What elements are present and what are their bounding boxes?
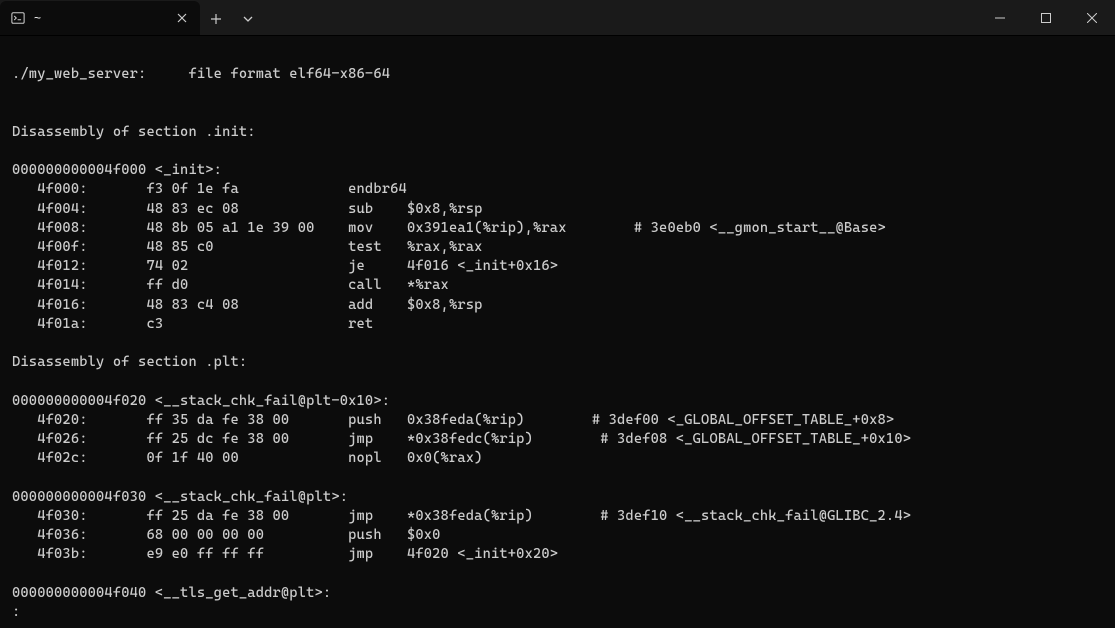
titlebar: ~ <box>0 0 1115 36</box>
tab-close-button[interactable] <box>174 10 190 26</box>
new-tab-button[interactable] <box>200 3 232 35</box>
tab-title: ~ <box>34 11 166 25</box>
terminal-tab[interactable]: ~ <box>0 1 200 35</box>
close-button[interactable] <box>1069 0 1115 36</box>
maximize-button[interactable] <box>1023 0 1069 36</box>
minimize-button[interactable] <box>977 0 1023 36</box>
tab-strip: ~ <box>0 0 977 35</box>
window-controls <box>977 0 1115 35</box>
tab-dropdown-button[interactable] <box>232 3 264 35</box>
terminal-output[interactable]: ./my_web_server: file format elf64-x86-6… <box>0 36 1115 628</box>
cursor <box>20 604 21 620</box>
terminal-lines: ./my_web_server: file format elf64-x86-6… <box>12 66 911 620</box>
terminal-icon <box>10 10 26 26</box>
